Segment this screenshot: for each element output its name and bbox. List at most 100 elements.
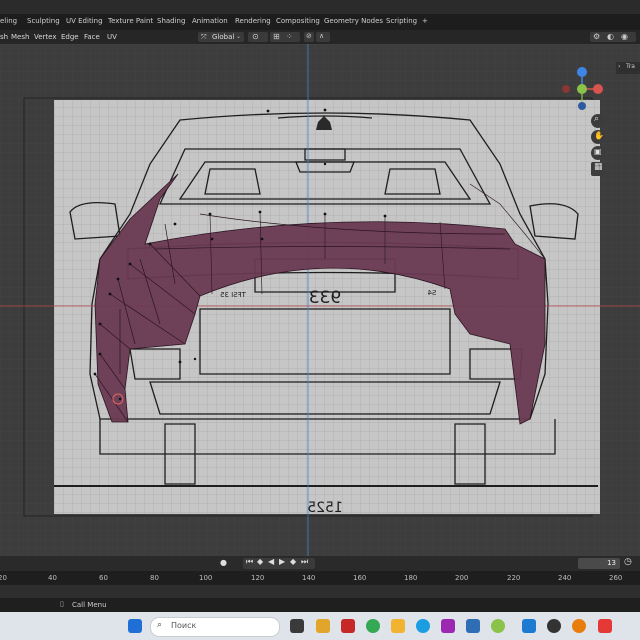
chevron-down-icon: ⌄ [236,33,242,40]
falloff-icon: ∧ [319,32,325,40]
unity-icon[interactable] [547,619,561,633]
projection-toggle-button[interactable]: ▦ [591,162,605,176]
next-keyframe-icon[interactable]: ◆ [290,557,296,566]
prev-keyframe-icon[interactable]: ◆ [257,557,263,566]
zoom-button[interactable]: ⌕ [591,114,605,128]
playback-buttons: ⏮ ◆ ◀ ▶ ◆ ⏭ [243,557,315,569]
rear-badge-right: S4 [427,289,436,297]
proportional-icon: ⊘ [306,32,312,40]
status-call-menu: Call Menu [72,601,107,609]
proportional-falloff-dropdown[interactable]: ∧ [316,32,330,42]
menu-vertex[interactable]: Vertex [34,33,57,41]
workspace-tab-bar: eling Sculpting UV Editing Texture Paint… [0,14,640,30]
pivot-point-dropdown[interactable]: ⊙ [248,32,268,42]
neg-z-axis-handle[interactable] [578,102,586,110]
current-frame-value: 13 [607,559,616,567]
snap-icon: ⊞ [273,32,280,41]
pan-button[interactable]: ✋ [591,130,605,144]
menu-face[interactable]: Face [84,33,100,41]
rear-badge-left: TFSI 35 [220,291,247,299]
menu-uv[interactable]: UV [107,33,117,41]
jump-start-icon[interactable]: ⏮ [246,557,253,567]
mouse-icon: ▯ [60,600,64,608]
y-axis-handle[interactable] [577,84,587,94]
tab-rendering[interactable]: Rendering [235,17,271,25]
viewport-header: sh Mesh Vertex Edge Face UV ⤧ Global ⌄ ⊙… [0,30,640,44]
camera-icon: ▣ [594,147,602,156]
chrome-icon[interactable] [366,619,380,633]
record-button[interactable]: ● [220,558,227,567]
search-placeholder: Поиск [171,621,197,630]
security-app-icon[interactable] [341,619,355,633]
task-view-icon[interactable] [290,619,304,633]
ruler-label: 160 [353,574,367,582]
ruler-label: 140 [302,574,316,582]
folder-icon[interactable] [391,619,405,633]
menu-mesh[interactable]: Mesh [11,33,29,41]
snap-toggle[interactable]: ⊞ ⁘ [270,32,300,42]
tab-uv-editing[interactable]: UV Editing [66,17,103,25]
tab-shading[interactable]: Shading [157,17,185,25]
proportional-edit-toggle[interactable]: ⊘ [304,32,314,42]
orientation-icon: ⤧ [201,33,207,41]
search-icon: ⌕ [157,620,163,630]
tab-compositing[interactable]: Compositing [276,17,320,25]
clock-icon[interactable]: ◷ [624,557,632,567]
ruler-label: 20 [0,574,7,582]
ruler-label: 180 [404,574,418,582]
timeline-area[interactable] [0,585,640,598]
play-reverse-icon[interactable]: ◀ [268,557,274,566]
play-icon[interactable]: ▶ [279,557,285,566]
ruler-label: 240 [558,574,572,582]
orientation-label: Global [212,33,235,41]
ruler-label: 200 [455,574,469,582]
camera-view-button[interactable]: ▣ [591,146,605,160]
license-plate-text: 933 [309,288,341,308]
navigation-gizmo[interactable] [558,64,608,120]
viewport-shading-controls[interactable]: ⚙ ◐ ◉ [590,32,636,42]
x-axis-handle[interactable] [593,84,603,94]
hand-icon: ✋ [594,131,604,140]
transform-orientation-dropdown[interactable]: ⤧ Global ⌄ [198,32,244,42]
gizmo-toggle-icon: ◐ [607,32,614,41]
word-icon[interactable] [466,619,480,633]
tab-sculpting[interactable]: Sculpting [27,17,60,25]
jump-end-icon[interactable]: ⏭ [301,557,308,567]
colorful-app-icon[interactable] [491,619,505,633]
edge-icon[interactable] [416,619,430,633]
file-explorer-icon[interactable] [316,619,330,633]
tab-animation[interactable]: Animation [192,17,228,25]
z-axis-handle[interactable] [577,67,587,77]
neg-x-axis-handle[interactable] [562,85,570,93]
tab-texture-paint[interactable]: Texture Paint [108,17,153,25]
chevron-right-icon: › [618,63,621,70]
reference-bottom-text: 1525 [307,500,343,516]
ruler-label: 40 [48,574,57,582]
timeline-ruler[interactable]: 20 40 60 80 100 120 140 160 180 200 220 … [0,571,640,585]
window-title-strip [0,0,640,14]
taskbar-search[interactable]: ⌕ Поиск [150,617,280,637]
ruler-label: 60 [99,574,108,582]
sidebar-tab[interactable]: › Tra [616,62,640,74]
ruler-label: 80 [150,574,159,582]
windows-start-icon[interactable] [128,619,142,633]
status-bar: ▯ Call Menu [0,598,640,612]
current-frame-field[interactable]: 13 [578,558,620,569]
add-workspace-button[interactable]: + [422,17,428,25]
grid-icon: ▦ [594,162,603,172]
tab-modeling[interactable]: eling [0,17,17,25]
menu-edge[interactable]: Edge [61,33,79,41]
ruler-label: 260 [609,574,623,582]
magnifier-icon: ⌕ [594,114,600,124]
screen-recorder-icon[interactable] [598,619,612,633]
blender-icon[interactable] [572,619,586,633]
vscode-icon[interactable] [522,619,536,633]
sidebar-tab-label: Tra [626,63,635,70]
menu-select[interactable]: sh [0,33,8,41]
view-object-types-icon: ⚙ [593,32,601,41]
timeline-controls: ● ⏮ ◆ ◀ ▶ ◆ ⏭ 13 ◷ [0,556,640,571]
3d-viewport[interactable]: 933 1525 TFSI 35 S4 ⌕ ✋ ▣ ▦ › Tra [0,44,640,556]
app-icon[interactable] [441,619,455,633]
tab-scripting[interactable]: Scripting [386,17,417,25]
tab-geometry-nodes[interactable]: Geometry Nodes [324,17,383,25]
